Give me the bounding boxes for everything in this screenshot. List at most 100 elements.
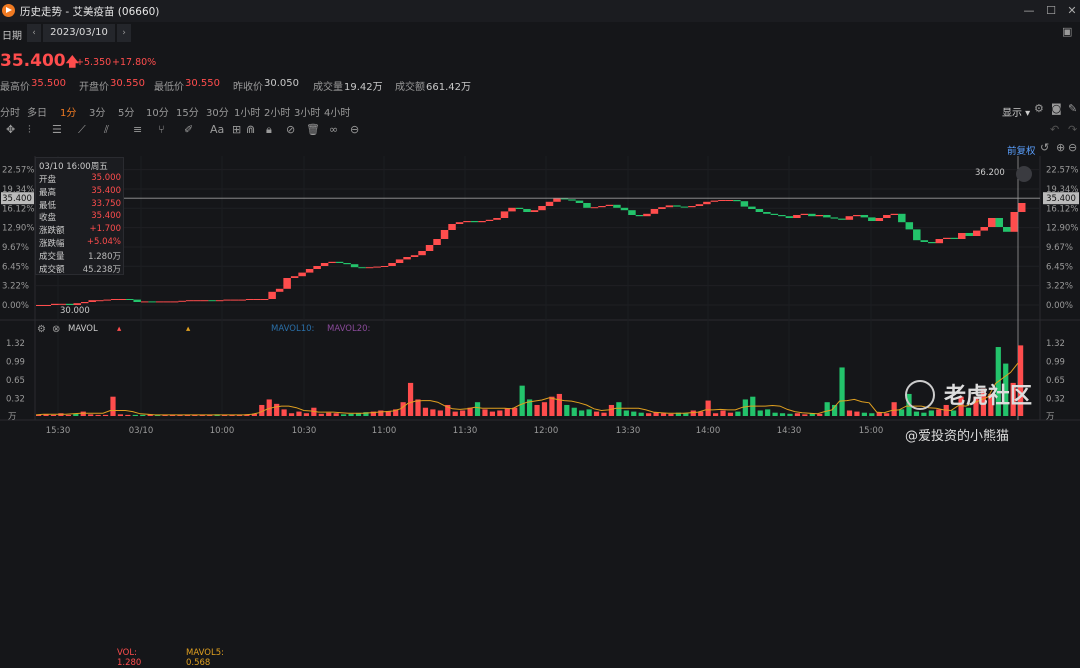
price-bar <box>493 218 501 220</box>
zoom-out-icon[interactable]: ⊖ <box>1068 141 1077 154</box>
ohlc-tooltip: 03/10 16:00周五 开盘 35.000 最高 35.400 最低 33.750 收盘… <box>35 157 124 275</box>
close-icon[interactable]: ✕ <box>1064 3 1080 19</box>
x-tick: 11:00 <box>372 426 397 436</box>
text-icon[interactable]: Aa <box>210 123 224 136</box>
price-bar <box>290 276 299 278</box>
volume-bar <box>638 412 644 416</box>
reset-icon[interactable]: ↺ <box>1040 141 1049 154</box>
period-tab[interactable]: 分时 <box>0 104 20 119</box>
price-bar <box>508 207 516 212</box>
period-tab[interactable]: 30分 <box>206 104 229 119</box>
volume-bar <box>132 414 138 416</box>
link-icon[interactable]: ∞ <box>329 123 338 136</box>
display-menu[interactable]: 显示 ▾ <box>1002 104 1030 119</box>
price-bar <box>358 267 366 269</box>
sync-icon[interactable]: ⊖ <box>350 123 359 136</box>
tooltip-row: 收盘 35.400 <box>39 211 123 223</box>
crosshair-icon[interactable]: ✥ <box>6 123 15 136</box>
volume-bar <box>140 414 146 416</box>
price-bar <box>478 221 486 223</box>
camera-icon[interactable]: ◙ <box>1051 102 1062 115</box>
horizontal-line-icon[interactable]: ☰ <box>52 123 62 136</box>
tooltip-key: 涨跌额 <box>39 226 65 237</box>
trend-line-icon[interactable]: ⟋ <box>78 123 86 137</box>
period-tab[interactable]: 1小时 <box>234 104 260 119</box>
adjust-mode-label[interactable]: 前复权 <box>1007 143 1036 157</box>
volume-bar <box>586 409 592 416</box>
vertical-line-icon[interactable]: ⫶ <box>28 123 31 137</box>
brush-icon[interactable]: ✐ <box>184 123 193 136</box>
x-tick: 15:00 <box>859 426 884 436</box>
tooltip-key: 最高 <box>39 187 57 198</box>
price-bar <box>403 257 411 260</box>
price-bar <box>613 204 621 208</box>
price-bar <box>275 288 284 292</box>
period-tab[interactable]: 4小时 <box>324 104 350 119</box>
price-bar <box>1018 203 1026 212</box>
maximize-icon[interactable]: ☐ <box>1043 3 1059 19</box>
price-chart[interactable]: 22.57% 22.57%19.34% 19.34%16.12% 16.12%12.9… <box>0 140 1080 460</box>
price-bar <box>770 213 779 215</box>
price-tag-right: 35.400 <box>1046 194 1076 204</box>
hide-icon[interactable]: ⊘ <box>286 123 295 136</box>
price-bar <box>583 203 591 208</box>
volume-bar <box>727 412 734 416</box>
price-bar <box>455 222 464 224</box>
trash-icon[interactable]: 🗑︎ <box>306 123 320 136</box>
price-bar <box>635 215 644 217</box>
minimize-icon[interactable]: — <box>1021 3 1037 19</box>
price-bar <box>823 215 831 218</box>
period-tab[interactable]: 3分 <box>89 104 105 119</box>
undo-icon[interactable]: ↶ <box>1050 123 1059 136</box>
period-tab[interactable]: 3小时 <box>294 104 320 119</box>
tooltip-value: +1.700 <box>89 224 121 235</box>
prev-date-button[interactable]: ‹ <box>27 24 41 42</box>
price-bar <box>313 266 321 269</box>
price-bar <box>43 305 51 306</box>
date-input[interactable]: 2023/03/10 <box>43 24 115 42</box>
zoom-in-icon[interactable]: ⊕ <box>1056 141 1065 154</box>
vol-unit-right: 万 <box>1046 412 1055 422</box>
settings-icon[interactable]: ⚙ <box>37 324 46 335</box>
period-tab[interactable]: 5分 <box>118 104 134 119</box>
price-bar <box>898 213 906 223</box>
gear-icon[interactable]: ⚙ <box>1034 102 1044 115</box>
expand-icon[interactable]: ▣ <box>1062 25 1072 38</box>
period-tab[interactable]: 多日 <box>27 104 47 119</box>
channel-icon[interactable]: ⫽ <box>104 123 109 137</box>
price-bar <box>890 213 899 215</box>
magnet-icon[interactable]: ⋒ <box>246 123 255 136</box>
period-tab[interactable]: 2小时 <box>264 104 290 119</box>
price-bar <box>778 215 786 217</box>
volume-bar <box>772 412 778 416</box>
period-tab[interactable]: 10分 <box>146 104 169 119</box>
volume-bar <box>631 411 637 416</box>
lock-icon[interactable]: 🔒︎ <box>266 123 272 137</box>
pattern-icon[interactable]: ⊞ <box>232 123 241 136</box>
jump-latest-icon <box>1016 166 1032 182</box>
indicator-name[interactable]: MAVOL <box>68 324 98 334</box>
next-date-button[interactable]: › <box>117 24 131 42</box>
price-bar <box>328 261 336 263</box>
close-indicator-icon[interactable]: ⊗ <box>52 324 60 335</box>
date-label: 日期 <box>2 31 22 42</box>
tooltip-key: 成交量 <box>39 251 65 262</box>
vol-tick-right: 0.65 <box>1046 376 1065 386</box>
price-bar <box>830 217 839 219</box>
price-bar <box>538 206 546 211</box>
price-bar <box>433 239 441 245</box>
y-tick-right: 0.00% <box>1046 301 1073 311</box>
price-bar <box>418 251 426 256</box>
y-tick-left: 16.12% <box>2 204 34 214</box>
fib-icon[interactable]: ≡ <box>133 123 142 136</box>
price-bar <box>650 209 659 214</box>
period-tab[interactable]: 1分 <box>60 104 76 119</box>
volume-bar <box>765 409 771 416</box>
redo-icon[interactable]: ↷ <box>1068 123 1077 136</box>
price-bar <box>875 218 884 221</box>
tooltip-value: 35.000 <box>91 173 121 183</box>
pencil-icon[interactable]: ✎ <box>1068 102 1077 115</box>
pitchfork-icon[interactable]: ⑂ <box>158 123 165 136</box>
price-bar <box>485 219 494 221</box>
period-tab[interactable]: 15分 <box>176 104 199 119</box>
